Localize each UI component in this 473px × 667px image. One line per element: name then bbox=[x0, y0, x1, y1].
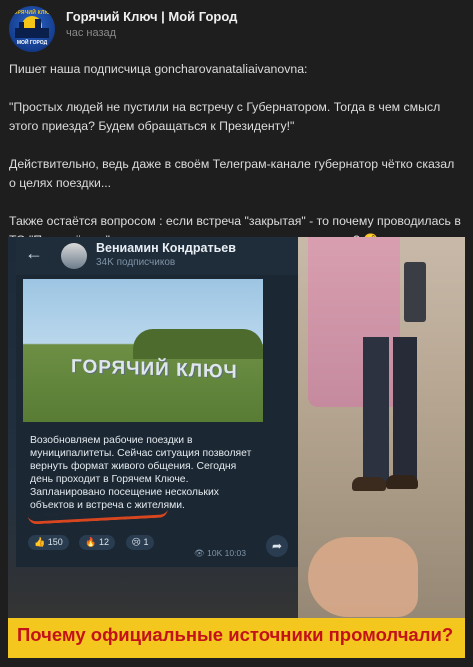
person-leg-left bbox=[363, 337, 389, 487]
telegram-channel-name: Вениамин Кондратьев bbox=[96, 241, 236, 255]
telegram-topbar: ← Вениамин Кондратьев 34K подписчиков bbox=[16, 237, 298, 275]
caption-banner: Почему официальные источники промолчали? bbox=[8, 618, 465, 658]
share-icon: ➦ bbox=[266, 535, 288, 557]
reaction-sad: 😢 1 bbox=[125, 535, 155, 550]
post-image[interactable]: ← Вениамин Кондратьев 34K подписчиков ГО… bbox=[8, 237, 465, 658]
back-arrow-icon: ← bbox=[25, 243, 43, 263]
telegram-views: 👁 10K 10:03 bbox=[194, 548, 246, 558]
avatar-text-bottom: МОЙ ГОРОД bbox=[16, 40, 48, 46]
reaction-thumbs-up: 👍 150 bbox=[28, 535, 69, 550]
post-text: Пишет наша подписчица goncharovanataliai… bbox=[9, 60, 464, 250]
telegram-channel-avatar bbox=[61, 243, 87, 269]
person-leg-right bbox=[393, 337, 417, 487]
telegram-photo: ГОРЯЧИЙ КЛЮЧ bbox=[23, 279, 263, 422]
shoe-right bbox=[386, 475, 418, 489]
telegram-screenshot: ← Вениамин Кондратьев 34K подписчиков ГО… bbox=[16, 237, 298, 567]
telegram-message: Возобновляем рабочие поездки в муниципал… bbox=[30, 435, 252, 511]
banner-text: Почему официальные источники промолчали? bbox=[17, 624, 454, 645]
town-sign: ГОРЯЧИЙ КЛЮЧ bbox=[71, 356, 238, 383]
avatar-text-top: ГОРЯЧИЙ КЛЮЧ bbox=[10, 10, 54, 16]
telegram-subscribers: 34K подписчиков bbox=[96, 257, 176, 268]
city-skyline-icon bbox=[15, 19, 49, 38]
post-paragraph: Действительно, ведь даже в своём Телегра… bbox=[9, 157, 455, 190]
reaction-fire: 🔥 12 bbox=[79, 535, 116, 550]
shoe-left bbox=[352, 477, 386, 491]
channel-avatar[interactable]: ГОРЯЧИЙ КЛЮЧ МОЙ ГОРОД bbox=[9, 6, 55, 52]
post-paragraph: Пишет наша подписчица goncharovanataliai… bbox=[9, 62, 308, 76]
bag bbox=[404, 262, 426, 322]
post-timestamp[interactable]: час назад bbox=[66, 27, 116, 39]
trees bbox=[133, 329, 263, 359]
post-paragraph: "Простых людей не пустили на встречу с Г… bbox=[9, 100, 441, 133]
post-header: ГОРЯЧИЙ КЛЮЧ МОЙ ГОРОД Горячий Ключ | Мо… bbox=[0, 0, 473, 52]
hand bbox=[308, 537, 418, 617]
channel-name[interactable]: Горячий Ключ | Мой Город bbox=[66, 9, 237, 24]
